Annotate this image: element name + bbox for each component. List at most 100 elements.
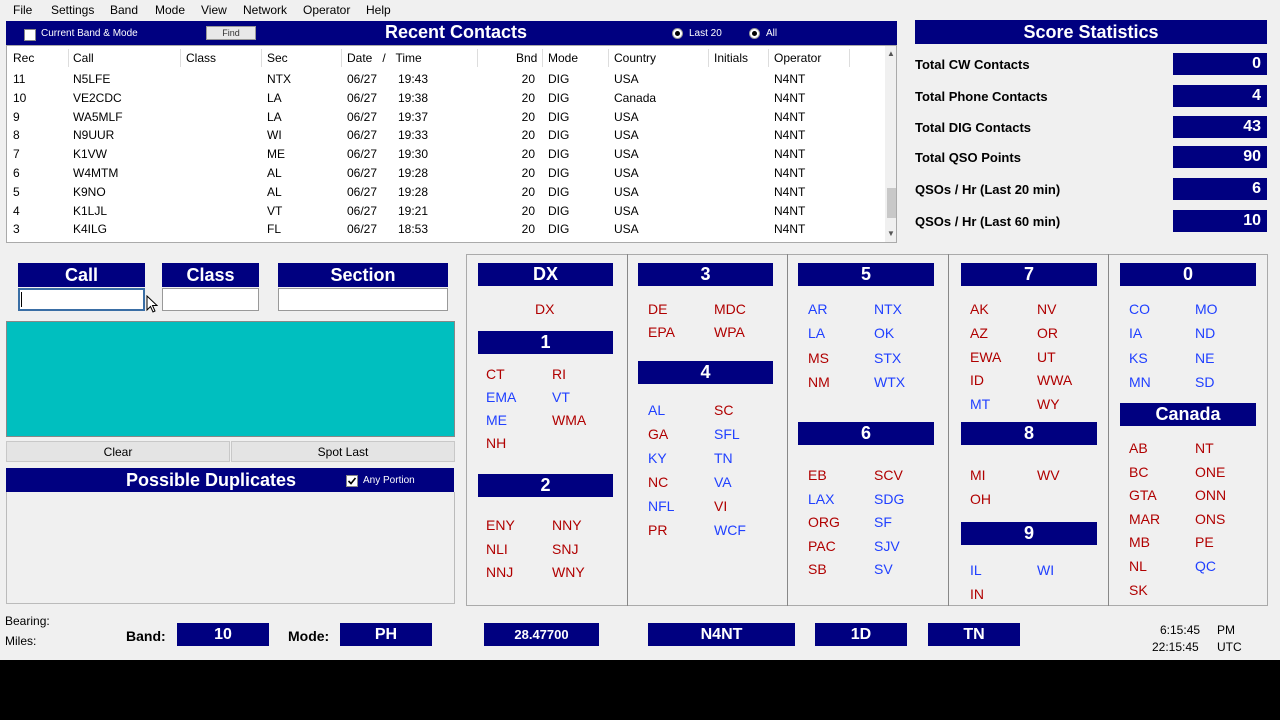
- section-sfl[interactable]: SFL: [714, 426, 740, 442]
- any-portion-checkbox[interactable]: [346, 475, 358, 487]
- section-dx[interactable]: DX: [535, 301, 554, 317]
- section-ons[interactable]: ONS: [1195, 511, 1225, 527]
- menu-operator[interactable]: Operator: [303, 3, 350, 17]
- scroll-up-icon[interactable]: ▲: [887, 49, 895, 58]
- section-scv[interactable]: SCV: [874, 467, 903, 483]
- menu-network[interactable]: Network: [243, 3, 287, 17]
- mode-value[interactable]: PH: [340, 623, 432, 646]
- section-sv[interactable]: SV: [874, 561, 893, 577]
- section-ar[interactable]: AR: [808, 301, 827, 317]
- menu-settings[interactable]: Settings: [51, 3, 94, 17]
- section-va[interactable]: VA: [714, 474, 732, 490]
- find-button[interactable]: Find: [206, 26, 256, 40]
- band-value[interactable]: 10: [177, 623, 269, 646]
- section-il[interactable]: IL: [970, 562, 982, 578]
- last20-radio[interactable]: [672, 28, 683, 39]
- section-wv[interactable]: WV: [1037, 467, 1060, 483]
- grid-scrollbar[interactable]: ▲ ▼: [885, 46, 896, 242]
- clear-button[interactable]: Clear: [6, 441, 230, 462]
- frequency-value[interactable]: 28.47700: [484, 623, 599, 646]
- section-qc[interactable]: QC: [1195, 558, 1216, 574]
- section-wi[interactable]: WI: [1037, 562, 1054, 578]
- col-datetime[interactable]: Date / Time: [347, 51, 422, 65]
- spot-last-button[interactable]: Spot Last: [231, 441, 455, 462]
- section-stx[interactable]: STX: [874, 350, 901, 366]
- section-nnj[interactable]: NNJ: [486, 564, 513, 580]
- section-ut[interactable]: UT: [1037, 349, 1056, 365]
- section-de[interactable]: DE: [648, 301, 667, 317]
- section-mo[interactable]: MO: [1195, 301, 1218, 317]
- col-operator[interactable]: Operator: [774, 51, 821, 65]
- section-nv[interactable]: NV: [1037, 301, 1056, 317]
- section-sk[interactable]: SK: [1129, 582, 1148, 598]
- section-nh[interactable]: NH: [486, 435, 506, 451]
- section-bc[interactable]: BC: [1129, 464, 1148, 480]
- section-pr[interactable]: PR: [648, 522, 667, 538]
- section-in[interactable]: IN: [970, 586, 984, 602]
- all-radio[interactable]: [749, 28, 760, 39]
- section-epa[interactable]: EPA: [648, 324, 675, 340]
- section-nny[interactable]: NNY: [552, 517, 582, 533]
- section-la[interactable]: LA: [808, 325, 825, 341]
- section-wwa[interactable]: WWA: [1037, 372, 1072, 388]
- section-wcf[interactable]: WCF: [714, 522, 746, 538]
- table-row[interactable]: 5 K9NO AL 06/27 19:28 DIG USA N4NT 20: [7, 183, 877, 202]
- section-ab[interactable]: AB: [1129, 440, 1148, 456]
- operator-callsign[interactable]: N4NT: [648, 623, 795, 646]
- section-ms[interactable]: MS: [808, 350, 829, 366]
- section-or[interactable]: OR: [1037, 325, 1058, 341]
- col-bnd[interactable]: Bnd: [516, 51, 537, 65]
- section-wtx[interactable]: WTX: [874, 374, 905, 390]
- col-initials[interactable]: Initials: [714, 51, 748, 65]
- section-nfl[interactable]: NFL: [648, 498, 674, 514]
- my-section[interactable]: TN: [928, 623, 1020, 646]
- section-eb[interactable]: EB: [808, 467, 827, 483]
- section-gta[interactable]: GTA: [1129, 487, 1157, 503]
- menu-band[interactable]: Band: [110, 3, 138, 17]
- section-ri[interactable]: RI: [552, 366, 566, 382]
- section-nli[interactable]: NLI: [486, 541, 508, 557]
- section-input[interactable]: [278, 288, 448, 311]
- section-mt[interactable]: MT: [970, 396, 990, 412]
- col-mode[interactable]: Mode: [548, 51, 578, 65]
- section-ewa[interactable]: EWA: [970, 349, 1001, 365]
- section-wpa[interactable]: WPA: [714, 324, 745, 340]
- section-snj[interactable]: SNJ: [552, 541, 578, 557]
- section-ks[interactable]: KS: [1129, 350, 1148, 366]
- current-band-mode-checkbox[interactable]: [24, 29, 36, 41]
- table-row[interactable]: 6 W4MTM AL 06/27 19:28 DIG USA N4NT 20: [7, 164, 877, 183]
- section-sdg[interactable]: SDG: [874, 491, 904, 507]
- section-ak[interactable]: AK: [970, 301, 989, 317]
- section-wma[interactable]: WMA: [552, 412, 586, 428]
- section-tn[interactable]: TN: [714, 450, 733, 466]
- section-nl[interactable]: NL: [1129, 558, 1147, 574]
- section-nt[interactable]: NT: [1195, 440, 1214, 456]
- section-nm[interactable]: NM: [808, 374, 830, 390]
- section-pe[interactable]: PE: [1195, 534, 1214, 550]
- table-row[interactable]: 8 N9UUR WI 06/27 19:33 DIG USA N4NT 20: [7, 126, 877, 145]
- col-call[interactable]: Call: [73, 51, 94, 65]
- class-input[interactable]: [162, 288, 259, 311]
- col-sec[interactable]: Sec: [267, 51, 288, 65]
- section-mn[interactable]: MN: [1129, 374, 1151, 390]
- section-ia[interactable]: IA: [1129, 325, 1142, 341]
- section-ok[interactable]: OK: [874, 325, 894, 341]
- section-sjv[interactable]: SJV: [874, 538, 900, 554]
- section-sc[interactable]: SC: [714, 402, 733, 418]
- section-mar[interactable]: MAR: [1129, 511, 1160, 527]
- section-mdc[interactable]: MDC: [714, 301, 746, 317]
- section-ntx[interactable]: NTX: [874, 301, 902, 317]
- section-mi[interactable]: MI: [970, 467, 986, 483]
- section-nd[interactable]: ND: [1195, 325, 1215, 341]
- section-ema[interactable]: EMA: [486, 389, 516, 405]
- section-ga[interactable]: GA: [648, 426, 668, 442]
- menu-help[interactable]: Help: [366, 3, 391, 17]
- section-sd[interactable]: SD: [1195, 374, 1214, 390]
- my-class[interactable]: 1D: [815, 623, 907, 646]
- table-row[interactable]: 10 VE2CDC LA 06/27 19:38 DIG Canada N4NT 20: [7, 89, 877, 108]
- section-nc[interactable]: NC: [648, 474, 668, 490]
- section-me[interactable]: ME: [486, 412, 507, 428]
- section-mb[interactable]: MB: [1129, 534, 1150, 550]
- col-country[interactable]: Country: [614, 51, 656, 65]
- menu-view[interactable]: View: [201, 3, 227, 17]
